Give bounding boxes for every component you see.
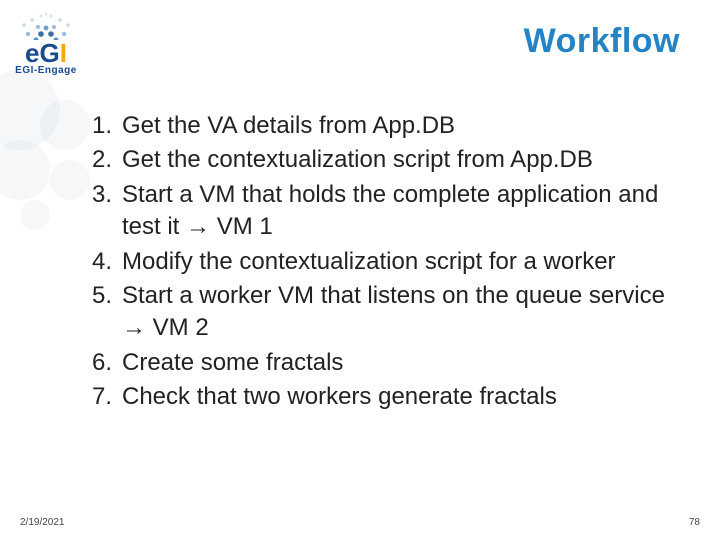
list-item: 1. Get the VA details from App.DB bbox=[86, 110, 690, 142]
footer-date: 2/19/2021 bbox=[20, 517, 65, 528]
workflow-list: 1. Get the VA details from App.DB 2. Get… bbox=[86, 110, 690, 416]
item-number: 4. bbox=[86, 246, 122, 278]
egi-logo: e G I EGI-Engage bbox=[14, 10, 78, 76]
item-number: 5. bbox=[86, 280, 122, 312]
item-text: Start a worker VM that listens on the qu… bbox=[122, 280, 690, 345]
item-text: Get the contextualization script from Ap… bbox=[122, 144, 593, 176]
list-item: 6. Create some fractals bbox=[86, 347, 690, 379]
item-number: 6. bbox=[86, 347, 122, 379]
logo-subtitle: EGI-Engage bbox=[15, 65, 77, 76]
list-item: 7. Check that two workers generate fract… bbox=[86, 381, 690, 413]
item-number: 2. bbox=[86, 144, 122, 176]
item-text: Check that two workers generate fractals bbox=[122, 381, 557, 413]
item-number: 3. bbox=[86, 179, 122, 211]
item-number: 1. bbox=[86, 110, 122, 142]
header: e G I EGI-Engage Workflow bbox=[0, 0, 720, 90]
slide: e G I EGI-Engage Workflow 1. Get the VA … bbox=[0, 0, 720, 540]
list-item: 4. Modify the contextualization script f… bbox=[86, 246, 690, 278]
item-text: Modify the contextualization script for … bbox=[122, 246, 616, 278]
slide-title: Workflow bbox=[524, 22, 680, 61]
list-item: 2. Get the contextualization script from… bbox=[86, 144, 690, 176]
item-text: Start a VM that holds the complete appli… bbox=[122, 179, 690, 244]
egi-sun-icon bbox=[14, 10, 78, 40]
item-text: Get the VA details from App.DB bbox=[122, 110, 455, 142]
footer: 2/19/2021 78 bbox=[0, 510, 720, 534]
footer-page: 78 bbox=[689, 517, 700, 528]
item-text: Create some fractals bbox=[122, 347, 343, 379]
list-item: 5. Start a worker VM that listens on the… bbox=[86, 280, 690, 345]
list-item: 3. Start a VM that holds the complete ap… bbox=[86, 179, 690, 244]
item-number: 7. bbox=[86, 381, 122, 413]
